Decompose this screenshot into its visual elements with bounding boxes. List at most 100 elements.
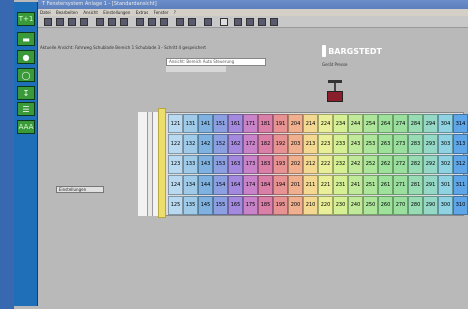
car-button[interactable]: ▬ (17, 32, 35, 46)
grid-cell[interactable]: 231 (333, 175, 348, 195)
grid-cell[interactable]: 300 (438, 195, 453, 215)
tool-d-icon[interactable] (270, 18, 278, 26)
grid-cell[interactable]: 152 (213, 134, 228, 154)
grid-cell[interactable]: 133 (183, 154, 198, 175)
grid-cell[interactable]: 182 (258, 134, 273, 154)
grid-cell[interactable]: 302 (438, 154, 453, 175)
grid-cell[interactable]: 212 (303, 154, 318, 175)
grid-cell[interactable]: 234 (333, 114, 348, 134)
layout-icon[interactable] (176, 18, 184, 26)
grid-cell[interactable]: 155 (213, 195, 228, 215)
grid-cell[interactable]: 244 (348, 114, 363, 134)
grid-cell[interactable]: 262 (378, 154, 393, 175)
grid-cell[interactable]: 281 (408, 175, 423, 195)
grid-cell[interactable]: 175 (243, 195, 258, 215)
grid-cell[interactable]: 291 (423, 175, 438, 195)
menu-einstellungen[interactable]: Einstellungen (103, 10, 130, 15)
run-button[interactable]: T+1 (17, 12, 35, 26)
grid-cell[interactable]: 293 (423, 134, 438, 154)
grid-cell[interactable]: 173 (243, 154, 258, 175)
grid-cell[interactable]: 185 (258, 195, 273, 215)
grid-cell[interactable]: 153 (213, 154, 228, 175)
grid-cell[interactable]: 213 (303, 134, 318, 154)
settings-icon[interactable] (204, 18, 212, 26)
print-icon[interactable] (80, 18, 88, 26)
grid-cell[interactable]: 145 (198, 195, 213, 215)
grid-cell[interactable]: 253 (363, 134, 378, 154)
menu-bearbeiten[interactable]: Bearbeiten (56, 10, 78, 15)
grid-cell[interactable]: 193 (273, 154, 288, 175)
grid-cell[interactable]: 123 (168, 154, 183, 175)
grid-cell[interactable]: 294 (423, 114, 438, 134)
grid-cell[interactable]: 202 (288, 154, 303, 175)
grid-cell[interactable]: 143 (198, 154, 213, 175)
grid-cell[interactable]: 292 (423, 154, 438, 175)
selection-bar[interactable] (158, 108, 166, 218)
grid-cell[interactable]: 224 (318, 114, 333, 134)
zoom-out-icon[interactable] (148, 18, 156, 26)
grid-cell[interactable]: 222 (318, 154, 333, 175)
grid-cell[interactable]: 122 (168, 134, 183, 154)
grid-cell[interactable]: 204 (288, 114, 303, 134)
grid-cell[interactable]: 142 (198, 134, 213, 154)
grid-cell[interactable]: 314 (453, 114, 468, 134)
refresh-icon[interactable] (160, 18, 168, 26)
open-icon[interactable] (56, 18, 64, 26)
menu-extras[interactable]: Extras (136, 10, 149, 15)
grid-cell[interactable]: 274 (393, 114, 408, 134)
grid-cell[interactable]: 201 (288, 175, 303, 195)
grid-cell[interactable]: 164 (228, 175, 243, 195)
grid-cell[interactable]: 210 (303, 195, 318, 215)
grid-cell[interactable]: 271 (393, 175, 408, 195)
grid-cell[interactable]: 243 (348, 134, 363, 154)
grid-cell[interactable]: 132 (183, 134, 198, 154)
grid-cell[interactable]: 311 (453, 175, 468, 195)
grid-cell[interactable]: 203 (288, 134, 303, 154)
tool-c-icon[interactable] (258, 18, 266, 26)
grid-cell[interactable]: 313 (453, 134, 468, 154)
save-icon[interactable] (68, 18, 76, 26)
grid-cell[interactable]: 290 (423, 195, 438, 215)
ring-button[interactable]: ◯ (17, 68, 35, 82)
stack-button[interactable]: ☰ (17, 102, 35, 116)
grid-cell[interactable]: 310 (453, 195, 468, 215)
grid-cell[interactable]: 181 (258, 114, 273, 134)
grid-cell[interactable]: 125 (168, 195, 183, 215)
grid-cell[interactable]: 284 (408, 114, 423, 134)
grid-cell[interactable]: 303 (438, 134, 453, 154)
grid-cell[interactable]: 200 (288, 195, 303, 215)
grid-cell[interactable]: 280 (408, 195, 423, 215)
grid-cell[interactable]: 250 (363, 195, 378, 215)
grid-cell[interactable]: 301 (438, 175, 453, 195)
grid-cell[interactable]: 163 (228, 154, 243, 175)
grid-cell[interactable]: 282 (408, 154, 423, 175)
new-icon[interactable] (44, 18, 52, 26)
grid-cell[interactable]: 251 (363, 175, 378, 195)
grid-cell[interactable]: 260 (378, 195, 393, 215)
menu-datei[interactable]: Datei (40, 10, 51, 15)
grid-cell[interactable]: 174 (243, 175, 258, 195)
grid-cell[interactable]: 241 (348, 175, 363, 195)
grid-cell[interactable]: 171 (243, 114, 258, 134)
grid-cell[interactable]: 151 (213, 114, 228, 134)
grid-cell[interactable]: 220 (318, 195, 333, 215)
lift-button[interactable]: ↧ (17, 86, 35, 100)
grid-cell[interactable]: 264 (378, 114, 393, 134)
grid-cell[interactable]: 162 (228, 134, 243, 154)
grid-cell[interactable]: 165 (228, 195, 243, 215)
grid-button[interactable]: AAA (17, 120, 35, 134)
grid-cell[interactable]: 272 (393, 154, 408, 175)
zoom-in-icon[interactable] (136, 18, 144, 26)
paste-icon[interactable] (120, 18, 128, 26)
grid-cell[interactable]: 131 (183, 114, 198, 134)
copy-icon[interactable] (108, 18, 116, 26)
grid-cell[interactable]: 233 (333, 134, 348, 154)
grid-cell[interactable]: 223 (318, 134, 333, 154)
grid-cell[interactable]: 121 (168, 114, 183, 134)
grid-cell[interactable]: 191 (273, 114, 288, 134)
menu-help[interactable]: ? (174, 10, 176, 15)
circle-button[interactable]: ● (17, 50, 35, 64)
grid-cell[interactable]: 270 (393, 195, 408, 215)
grid-cell[interactable]: 141 (198, 114, 213, 134)
grid-cell[interactable]: 195 (273, 195, 288, 215)
